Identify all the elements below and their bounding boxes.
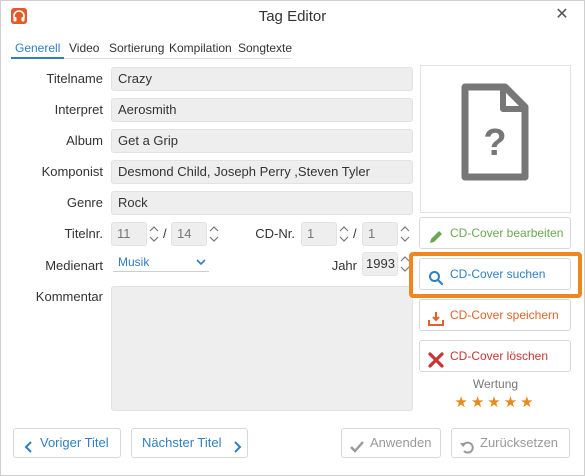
previous-title-button[interactable]: Voriger Titel bbox=[13, 428, 121, 458]
komponist-label: Komponist bbox=[41, 164, 103, 179]
cdnr-label: CD-Nr. bbox=[255, 226, 295, 241]
undo-icon bbox=[460, 436, 474, 454]
close-icon: ✕ bbox=[555, 6, 569, 23]
jahr-label: Jahr bbox=[331, 258, 357, 273]
genre-label: Genre bbox=[66, 195, 103, 210]
delete-cover-label: CD-Cover löschen bbox=[450, 349, 549, 363]
kommentar-label: Kommentar bbox=[35, 289, 103, 304]
rating-label: Wertung bbox=[472, 377, 519, 391]
chevron-right-icon bbox=[230, 436, 244, 453]
cdnr-stepper[interactable] bbox=[337, 222, 351, 246]
medienart-value: Musik bbox=[118, 255, 150, 269]
titelnr-stepper[interactable] bbox=[147, 222, 161, 246]
apply-label: Anwenden bbox=[370, 435, 432, 450]
genre-field[interactable]: Rock bbox=[111, 191, 413, 215]
reset-button[interactable]: Zurücksetzen bbox=[451, 428, 570, 458]
active-tab-indicator bbox=[11, 57, 64, 59]
chevron-left-icon bbox=[22, 436, 36, 453]
missing-cover-icon: ? bbox=[461, 83, 529, 181]
save-cover-button[interactable]: CD-Cover speichern bbox=[419, 299, 571, 331]
tab-sortierung[interactable]: Sortierung bbox=[109, 38, 164, 58]
titelname-field[interactable]: Crazy bbox=[111, 67, 413, 91]
kommentar-textarea[interactable] bbox=[111, 286, 413, 411]
titelnr-label: Titelnr. bbox=[64, 226, 103, 241]
star-icon[interactable]: ★ bbox=[487, 393, 503, 411]
pencil-icon bbox=[428, 226, 444, 243]
next-title-label: Nächster Titel bbox=[142, 435, 222, 450]
titelname-label: Titelname bbox=[46, 71, 103, 86]
cdnr-field[interactable]: 1 bbox=[301, 222, 337, 246]
title-bar[interactable]: Tag Editor ✕ bbox=[1, 1, 584, 32]
titelnr-total-field[interactable]: 14 bbox=[171, 222, 207, 246]
reset-label: Zurücksetzen bbox=[480, 435, 559, 450]
cdnr-total-field[interactable]: 1 bbox=[362, 222, 398, 246]
previous-title-label: Voriger Titel bbox=[40, 435, 109, 450]
titelnr-field[interactable]: 11 bbox=[111, 222, 147, 246]
star-icon[interactable]: ★ bbox=[520, 393, 536, 411]
rating-stars[interactable]: ★★★★★ bbox=[420, 393, 571, 411]
save-cover-label: CD-Cover speichern bbox=[450, 308, 559, 322]
download-tray-icon bbox=[428, 308, 444, 326]
star-icon[interactable]: ★ bbox=[471, 393, 487, 411]
edit-cover-button[interactable]: CD-Cover bearbeiten bbox=[419, 217, 571, 249]
interpret-label: Interpret bbox=[54, 102, 103, 117]
medienart-label: Medienart bbox=[45, 258, 103, 273]
star-icon[interactable]: ★ bbox=[504, 393, 520, 411]
jahr-field[interactable]: 1993 bbox=[362, 252, 398, 276]
interpret-field[interactable]: Aerosmith bbox=[111, 98, 413, 122]
apply-button[interactable]: Anwenden bbox=[341, 428, 441, 458]
album-label: Album bbox=[66, 133, 103, 148]
tab-generell[interactable]: Generell bbox=[15, 38, 60, 58]
album-field[interactable]: Get a Grip bbox=[111, 129, 413, 153]
tab-kompilation[interactable]: Kompilation bbox=[169, 38, 232, 58]
cdnr-total-stepper[interactable] bbox=[398, 222, 412, 246]
star-icon[interactable]: ★ bbox=[454, 393, 470, 411]
edit-cover-label: CD-Cover bearbeiten bbox=[450, 226, 564, 240]
focus-highlight bbox=[409, 252, 582, 298]
svg-text:?: ? bbox=[483, 122, 506, 164]
tab-video[interactable]: Video bbox=[69, 38, 99, 58]
delete-cover-button[interactable]: CD-Cover löschen bbox=[419, 340, 571, 372]
checkmark-icon bbox=[350, 436, 364, 453]
titelnr-total-stepper[interactable] bbox=[207, 222, 221, 246]
komponist-field[interactable]: Desmond Child, Joseph Perry ,Steven Tyle… bbox=[111, 160, 413, 184]
cdnr-separator: / bbox=[353, 226, 357, 241]
cover-preview: ? bbox=[420, 65, 571, 213]
close-icon bbox=[428, 349, 444, 368]
close-button[interactable]: ✕ bbox=[549, 4, 575, 26]
next-title-button[interactable]: Nächster Titel bbox=[131, 428, 248, 458]
titelnr-separator: / bbox=[163, 226, 167, 241]
tag-editor-window: Tag Editor ✕ Generell Video Sortierung K… bbox=[0, 0, 585, 476]
medienart-select[interactable]: Musik bbox=[113, 252, 209, 272]
tab-songtexte[interactable]: Songtexte bbox=[238, 38, 292, 58]
window-title: Tag Editor bbox=[258, 8, 327, 25]
chevron-down-icon bbox=[195, 252, 207, 278]
